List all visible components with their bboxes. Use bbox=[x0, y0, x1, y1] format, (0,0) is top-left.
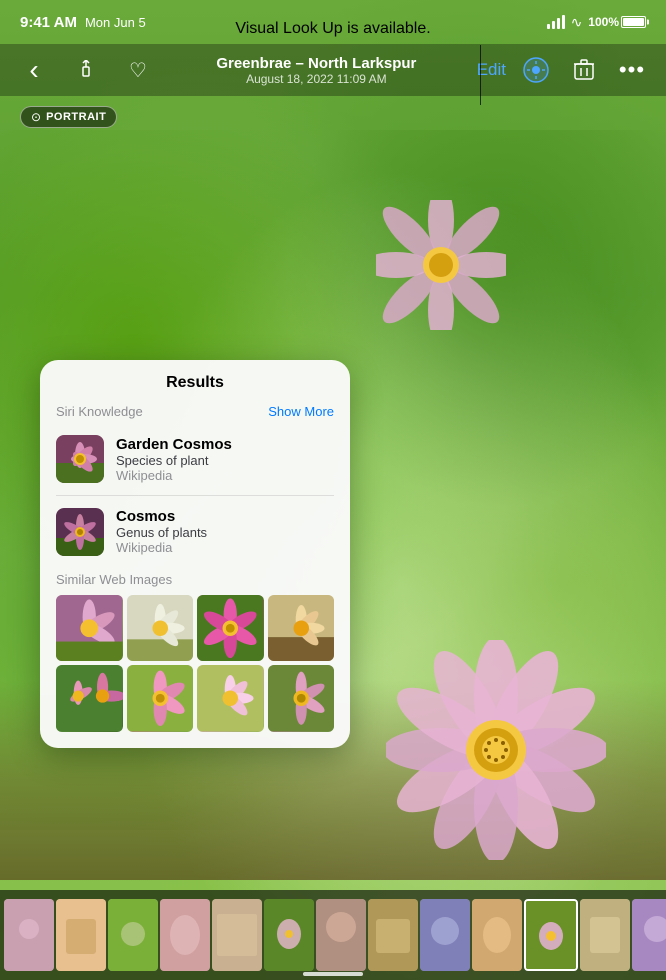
filmstrip bbox=[0, 890, 666, 980]
portrait-badge-icon: ⊙ bbox=[31, 110, 41, 124]
film-thumb-8[interactable] bbox=[368, 899, 418, 971]
film-thumb-3[interactable] bbox=[108, 899, 158, 971]
battery-percent: 100% bbox=[588, 15, 619, 29]
vlu-pointer-line bbox=[480, 45, 481, 105]
film-thumb-11[interactable] bbox=[580, 899, 630, 971]
photo-date: August 18, 2022 11:09 AM bbox=[216, 72, 416, 86]
result-thumb-garden-cosmos bbox=[56, 435, 104, 483]
result-item-cosmos[interactable]: Cosmos Genus of plants Wikipedia bbox=[40, 500, 350, 564]
portrait-badge-label: PORTRAIT bbox=[46, 111, 106, 123]
edit-button[interactable]: Edit bbox=[477, 60, 506, 80]
similar-image-1[interactable] bbox=[56, 595, 123, 662]
status-bar-left: 9:41 AM Mon Jun 5 bbox=[20, 14, 146, 31]
photo-title: Greenbrae – North Larkspur bbox=[216, 55, 416, 72]
visual-lookup-button[interactable] bbox=[518, 52, 554, 88]
film-thumb-10[interactable] bbox=[472, 899, 522, 971]
similar-grid bbox=[56, 595, 334, 732]
result-info-cosmos: Cosmos Genus of plants Wikipedia bbox=[116, 508, 334, 555]
top-toolbar: ‹ ♡ Greenbrae – North Larkspur August 18… bbox=[0, 44, 666, 96]
divider-1 bbox=[56, 495, 334, 496]
result-item-garden-cosmos[interactable]: Garden Cosmos Species of plant Wikipedia bbox=[40, 427, 350, 491]
wifi-icon: ∿ bbox=[571, 14, 583, 31]
film-thumb-active[interactable] bbox=[524, 899, 578, 971]
film-thumb-9[interactable] bbox=[420, 899, 470, 971]
toolbar-left: ‹ ♡ bbox=[16, 52, 156, 88]
vlu-tooltip-text: Visual Look Up is available. bbox=[235, 20, 430, 37]
battery-icon: 100% bbox=[588, 15, 646, 29]
similar-image-3[interactable] bbox=[197, 595, 264, 662]
siri-knowledge-label: Siri Knowledge bbox=[56, 404, 143, 419]
film-thumb-2[interactable] bbox=[56, 899, 106, 971]
similar-image-4[interactable] bbox=[268, 595, 335, 662]
garden-cosmos-image bbox=[56, 435, 104, 483]
vlu-tooltip: Visual Look Up is available. bbox=[235, 20, 430, 38]
toolbar-center: Greenbrae – North Larkspur August 18, 20… bbox=[216, 55, 416, 86]
film-thumb-4[interactable] bbox=[160, 899, 210, 971]
status-day: Mon Jun 5 bbox=[85, 15, 146, 30]
result-source-garden-cosmos: Wikipedia bbox=[116, 468, 334, 483]
favorite-button[interactable]: ♡ bbox=[120, 52, 156, 88]
result-info-garden-cosmos: Garden Cosmos Species of plant Wikipedia bbox=[116, 436, 334, 483]
status-bar-right: ∿ 100% bbox=[547, 14, 646, 31]
result-source-cosmos: Wikipedia bbox=[116, 540, 334, 555]
results-panel: Results Siri Knowledge Show More bbox=[40, 360, 350, 748]
film-thumb-12[interactable] bbox=[632, 899, 666, 971]
back-button[interactable]: ‹ bbox=[16, 52, 52, 88]
similar-image-5[interactable] bbox=[56, 665, 123, 732]
result-name-garden-cosmos: Garden Cosmos bbox=[116, 436, 334, 453]
main-flower bbox=[386, 640, 606, 860]
similar-section-label: Similar Web Images bbox=[56, 572, 334, 587]
film-thumb-6[interactable] bbox=[264, 899, 314, 971]
small-flower bbox=[376, 200, 506, 330]
delete-button[interactable] bbox=[566, 52, 602, 88]
similar-image-6[interactable] bbox=[127, 665, 194, 732]
more-button[interactable]: ••• bbox=[614, 52, 650, 88]
status-time: 9:41 AM bbox=[20, 14, 77, 31]
toolbar-right: Edit ••• bbox=[477, 52, 650, 88]
similar-web-images-section: Similar Web Images bbox=[40, 564, 350, 732]
film-thumb-7[interactable] bbox=[316, 899, 366, 971]
cosmos-image bbox=[56, 508, 104, 556]
similar-image-8[interactable] bbox=[268, 665, 335, 732]
result-type-cosmos: Genus of plants bbox=[116, 525, 334, 540]
similar-image-7[interactable] bbox=[197, 665, 264, 732]
result-type-garden-cosmos: Species of plant bbox=[116, 453, 334, 468]
portrait-badge[interactable]: ⊙ PORTRAIT bbox=[20, 106, 117, 128]
scroll-indicator bbox=[303, 972, 363, 976]
siri-row: Siri Knowledge Show More bbox=[40, 400, 350, 427]
film-thumb-1[interactable] bbox=[4, 899, 54, 971]
show-more-button[interactable]: Show More bbox=[268, 404, 334, 419]
film-thumb-5[interactable] bbox=[212, 899, 262, 971]
results-title: Results bbox=[40, 360, 350, 400]
result-name-cosmos: Cosmos bbox=[116, 508, 334, 525]
result-thumb-cosmos bbox=[56, 508, 104, 556]
signal-icon bbox=[547, 15, 565, 29]
share-button[interactable] bbox=[68, 52, 104, 88]
similar-image-2[interactable] bbox=[127, 595, 194, 662]
